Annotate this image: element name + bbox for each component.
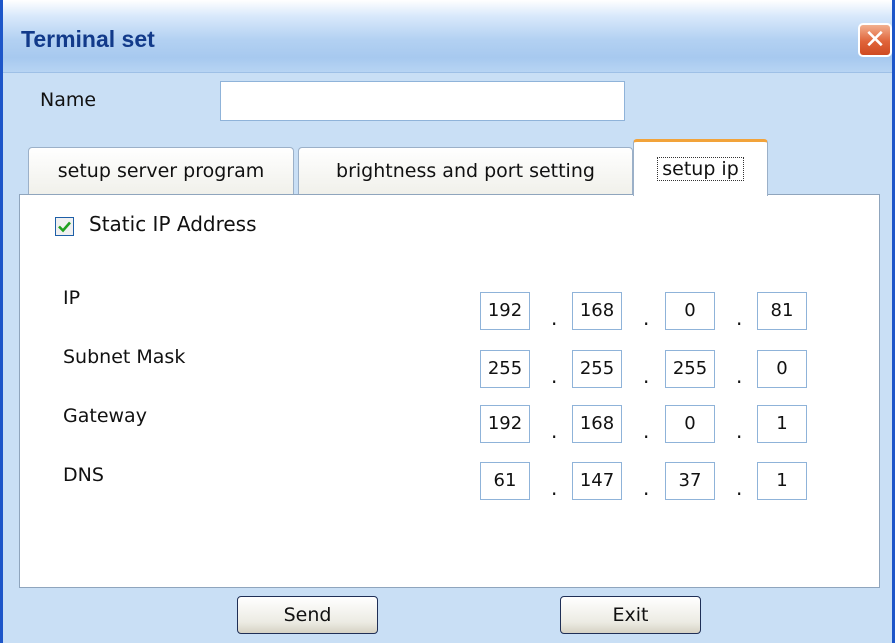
- dns-octet-3[interactable]: 37: [665, 462, 715, 500]
- close-icon: ✕: [864, 25, 886, 55]
- subnet-octet-3[interactable]: 255: [665, 350, 715, 388]
- title-bar[interactable]: Terminal set ✕: [3, 0, 892, 73]
- name-label: Name: [40, 89, 97, 111]
- dns-octet-2[interactable]: 147: [572, 462, 622, 500]
- exit-button[interactable]: Exit: [560, 596, 701, 634]
- dns-separator: .: [736, 476, 743, 500]
- setup-ip-panel: Static IP Address IP 192 . 168 . 0 . 81 …: [19, 194, 880, 588]
- tab-setup-ip[interactable]: setup ip: [633, 139, 768, 196]
- window-title: Terminal set: [21, 26, 155, 52]
- gateway-separator: .: [736, 419, 743, 443]
- gateway-octet-2[interactable]: 168: [572, 405, 622, 443]
- gateway-separator: .: [643, 419, 650, 443]
- gateway-separator: .: [551, 419, 558, 443]
- dns-octet-4[interactable]: 1: [757, 462, 807, 500]
- tab-setup-ip-label: setup ip: [657, 157, 744, 181]
- ip-separator: .: [643, 306, 650, 330]
- name-input[interactable]: [220, 81, 625, 121]
- gateway-octet-3[interactable]: 0: [665, 405, 715, 443]
- ip-octet-1[interactable]: 192: [480, 292, 530, 330]
- subnet-separator: .: [643, 364, 650, 388]
- dns-label: DNS: [63, 464, 104, 486]
- subnet-octet-4[interactable]: 0: [757, 350, 807, 388]
- static-ip-label: Static IP Address: [89, 212, 257, 236]
- close-button[interactable]: ✕: [858, 23, 892, 57]
- subnet-separator: .: [551, 364, 558, 388]
- dns-separator: .: [643, 476, 650, 500]
- checkmark-icon: [58, 221, 71, 233]
- subnet-octet-1[interactable]: 255: [480, 350, 530, 388]
- subnet-mask-label: Subnet Mask: [63, 346, 186, 368]
- gateway-octet-4[interactable]: 1: [757, 405, 807, 443]
- ip-separator: .: [736, 306, 743, 330]
- ip-octet-3[interactable]: 0: [665, 292, 715, 330]
- ip-octet-4[interactable]: 81: [757, 292, 807, 330]
- send-button[interactable]: Send: [237, 596, 378, 634]
- subnet-separator: .: [736, 364, 743, 388]
- dns-separator: .: [551, 476, 558, 500]
- ip-octet-2[interactable]: 168: [572, 292, 622, 330]
- subnet-octet-2[interactable]: 255: [572, 350, 622, 388]
- ip-label: IP: [63, 287, 81, 309]
- dns-octet-1[interactable]: 61: [480, 462, 530, 500]
- gateway-label: Gateway: [63, 405, 147, 427]
- tab-brightness-port-setting[interactable]: brightness and port setting: [298, 147, 633, 195]
- ip-separator: .: [551, 306, 558, 330]
- tab-setup-server-program[interactable]: setup server program: [28, 147, 294, 195]
- gateway-octet-1[interactable]: 192: [480, 405, 530, 443]
- terminal-set-window: Terminal set ✕ Name setup server program…: [0, 0, 895, 643]
- static-ip-checkbox[interactable]: [55, 217, 74, 236]
